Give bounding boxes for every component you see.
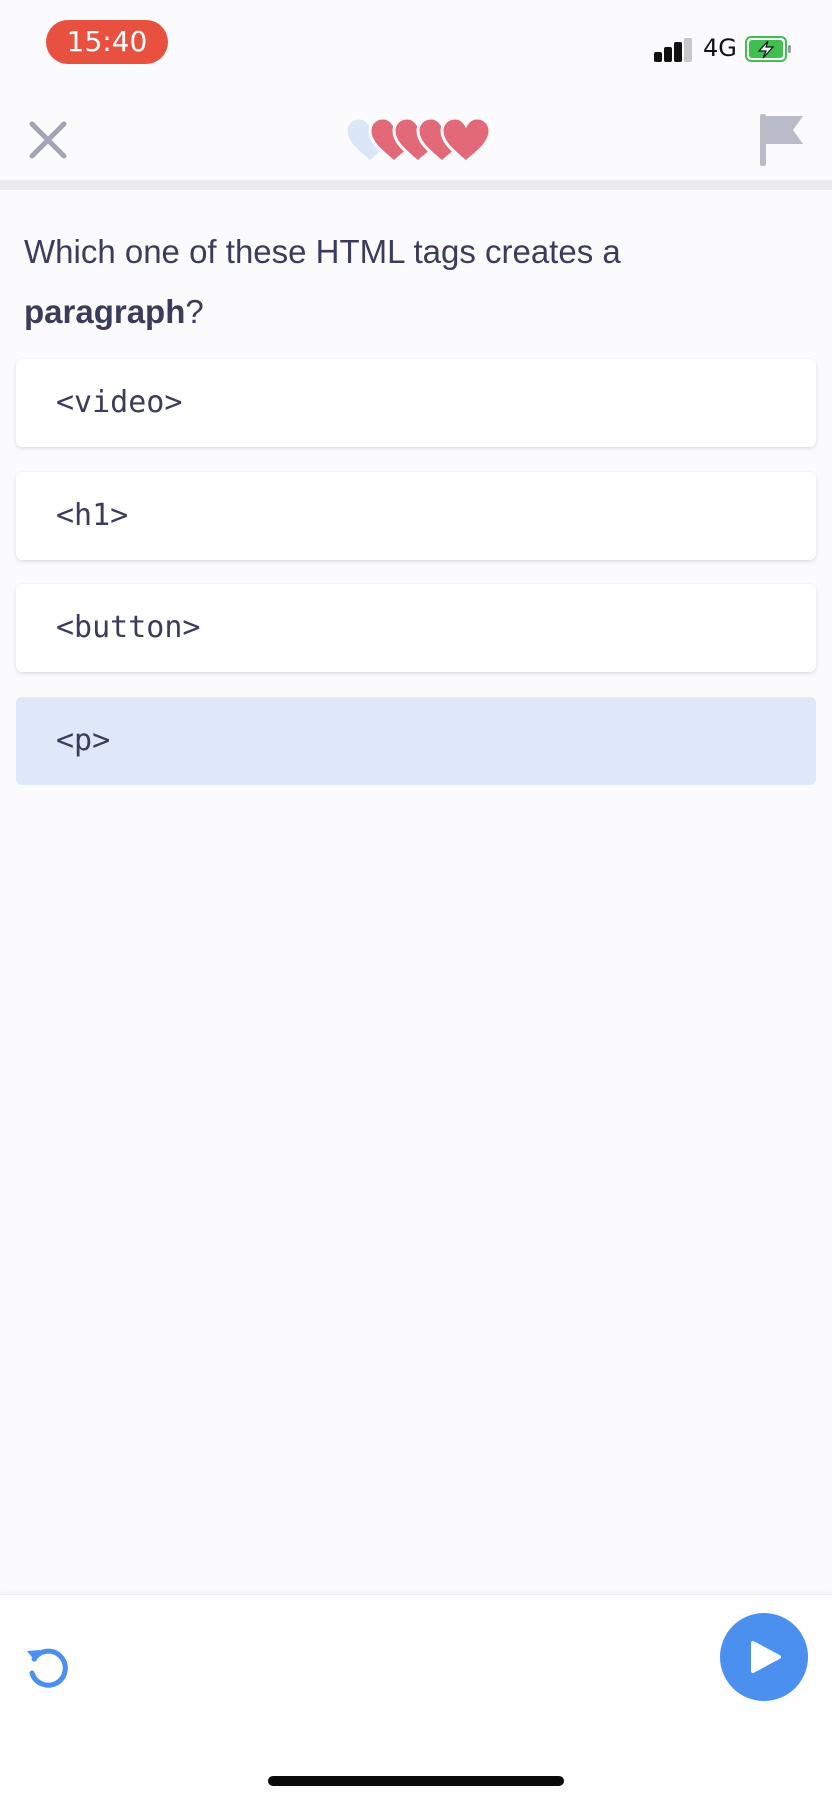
answer-option-label: <p> [56, 723, 111, 758]
close-icon[interactable] [26, 118, 70, 162]
reset-icon[interactable] [24, 1645, 70, 1691]
bottom-toolbar [0, 1594, 832, 1801]
lesson-header [0, 88, 832, 190]
flag-icon[interactable] [757, 112, 805, 168]
answer-option-h1[interactable]: <h1> [16, 472, 816, 560]
status-bar: 15:40 4G [0, 0, 832, 88]
status-time: 15:40 [46, 20, 168, 64]
lives-hearts [344, 114, 492, 166]
answer-option-label: <video> [56, 385, 183, 420]
answer-option-video[interactable]: <video> [16, 359, 816, 447]
question-text-before: Which one of these HTML tags creates a [24, 233, 621, 270]
answer-option-button[interactable]: <button> [16, 584, 816, 672]
network-label: 4G [703, 34, 737, 62]
answer-option-p[interactable]: <p> [16, 697, 816, 785]
question-emphasis: paragraph [24, 293, 186, 330]
play-icon [751, 1641, 781, 1673]
answer-option-label: <button> [56, 610, 201, 645]
answer-option-label: <h1> [56, 498, 129, 533]
question-text: Which one of these HTML tags creates a p… [24, 222, 804, 342]
home-indicator [268, 1776, 564, 1786]
run-button[interactable] [720, 1613, 808, 1701]
signal-icon [654, 38, 694, 62]
question-text-after: ? [185, 293, 204, 330]
battery-charging-icon [745, 36, 791, 62]
